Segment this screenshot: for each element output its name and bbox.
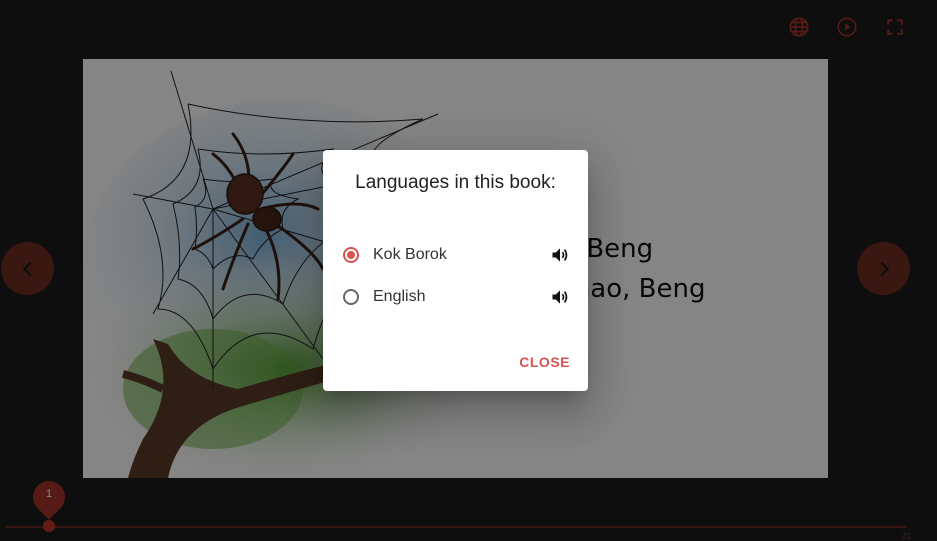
radio-button[interactable] bbox=[343, 289, 359, 305]
close-button[interactable]: CLOSE bbox=[519, 354, 570, 370]
languages-dialog: Languages in this book: Kok Borok Englis… bbox=[323, 150, 588, 391]
speaker-button[interactable] bbox=[549, 244, 571, 266]
language-label: English bbox=[373, 288, 426, 305]
radio-button-selected[interactable] bbox=[343, 247, 359, 263]
language-option-kok-borok[interactable]: Kok Borok bbox=[341, 240, 571, 270]
language-label: Kok Borok bbox=[373, 246, 447, 263]
speaker-icon bbox=[552, 248, 568, 262]
language-option-english[interactable]: English bbox=[341, 282, 571, 312]
speaker-icon bbox=[552, 290, 568, 304]
dialog-title: Languages in this book: bbox=[355, 172, 556, 193]
speaker-button[interactable] bbox=[549, 286, 571, 308]
